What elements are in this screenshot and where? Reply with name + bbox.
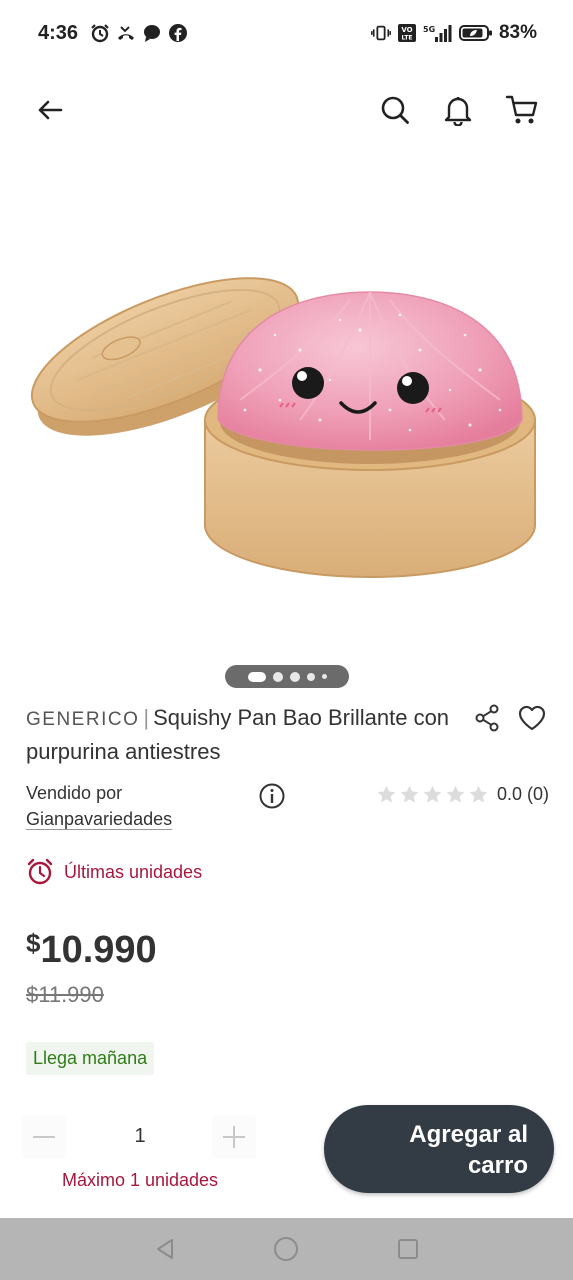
star-empty-icon	[446, 785, 465, 803]
add-to-cart-button[interactable]: Agregar al carro	[324, 1105, 554, 1193]
brand-separator: |	[143, 705, 150, 730]
share-button[interactable]	[469, 700, 505, 736]
status-time: 4:36	[38, 21, 79, 44]
back-button[interactable]	[30, 90, 70, 130]
carousel-dot[interactable]	[289, 671, 300, 682]
system-home-button[interactable]	[273, 1236, 299, 1262]
missed-call-icon	[116, 23, 136, 43]
carousel-dot-active[interactable]	[247, 671, 266, 682]
old-price: $11.990	[26, 982, 104, 1007]
share-icon	[475, 704, 499, 732]
svg-text:5G: 5G	[423, 25, 435, 34]
vibrate-icon	[370, 23, 391, 43]
heart-icon	[518, 705, 546, 731]
system-navigation-bar	[0, 1218, 573, 1280]
product-brand[interactable]: GENERICO	[26, 709, 139, 730]
seller-info-button[interactable]	[254, 778, 290, 814]
cart-button[interactable]	[502, 90, 542, 130]
notifications-button[interactable]	[438, 90, 478, 130]
volte-icon: VO LTE	[397, 23, 417, 43]
quantity-value[interactable]: 1	[120, 1125, 160, 1148]
quantity-max-message: Máximo 1 unidades	[61, 1170, 219, 1190]
system-back-button[interactable]	[152, 1236, 178, 1262]
current-price: $10.990	[26, 928, 157, 972]
stock-message: Últimas unidades	[64, 861, 203, 882]
signal-icon: 5G	[423, 23, 453, 43]
minus-icon	[33, 1136, 55, 1138]
alarm-clock-icon	[27, 858, 53, 885]
top-nav	[0, 78, 573, 142]
add-to-cart-label-line1: Agregar al	[409, 1121, 528, 1148]
seller-info: Vendido por Gianpavariedades	[26, 780, 172, 832]
quantity-increase-button[interactable]	[212, 1115, 256, 1159]
info-icon	[259, 783, 285, 809]
star-empty-icon	[377, 785, 396, 803]
square-recents-icon	[398, 1239, 418, 1259]
favorite-button[interactable]	[514, 700, 550, 736]
star-empty-icon	[423, 785, 442, 803]
delivery-badge: Llega mañana	[26, 1042, 155, 1075]
chat-icon	[142, 23, 162, 43]
product-title-block: GENERICO | Squishy Pan Bao Brillante con p…	[26, 702, 456, 768]
status-left: 4:36	[38, 22, 188, 45]
star-empty-icon	[469, 785, 488, 803]
alarm-icon	[90, 23, 110, 43]
search-icon	[381, 96, 409, 124]
product-image[interactable]	[0, 170, 573, 650]
plus-icon	[223, 1126, 245, 1148]
add-to-cart-label-line2: carro	[467, 1152, 528, 1179]
status-bar: 4:36 VO LTE 5G 83%	[0, 0, 573, 66]
battery-percent: 83%	[498, 22, 537, 43]
rating-value: 0.0 (0)	[497, 784, 550, 804]
quantity-decrease-button[interactable]	[22, 1115, 66, 1159]
circle-home-icon	[274, 1237, 298, 1261]
product-rating[interactable]: 0.0 (0)	[376, 784, 549, 805]
system-recents-button[interactable]	[395, 1236, 421, 1262]
carousel-dot[interactable]	[321, 674, 327, 679]
status-right: VO LTE 5G 83%	[370, 22, 537, 44]
price-currency: $	[26, 928, 41, 958]
price-value: 10.990	[40, 929, 157, 971]
stock-warning: Últimas unidades	[26, 858, 202, 886]
carousel-dot[interactable]	[272, 671, 283, 682]
svg-text:VO: VO	[401, 26, 412, 34]
star-empty-icon	[400, 785, 419, 803]
facebook-icon	[168, 23, 188, 43]
svg-text:LTE: LTE	[401, 35, 412, 42]
search-button[interactable]	[375, 90, 415, 130]
back-arrow-icon	[38, 100, 63, 120]
carousel-dot[interactable]	[306, 672, 315, 681]
cart-icon	[505, 95, 538, 124]
seller-name-link[interactable]: Gianpavariedades	[26, 806, 172, 832]
seller-label: Vendido por	[26, 783, 123, 803]
carousel-indicator[interactable]	[225, 665, 349, 688]
bell-icon	[444, 97, 472, 126]
battery-icon	[458, 23, 493, 43]
triangle-back-icon	[157, 1239, 173, 1259]
